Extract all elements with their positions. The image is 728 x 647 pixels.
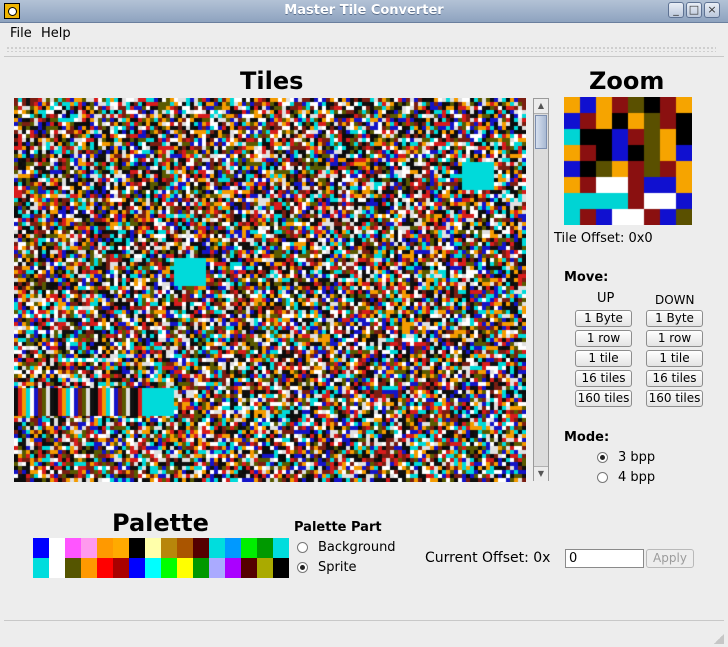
toolbar-grip[interactable] xyxy=(6,46,716,52)
scroll-up-arrow-icon[interactable]: ▲ xyxy=(534,99,548,114)
title-bar: Master Tile Converter _ □ × xyxy=(0,0,728,23)
palette-background-radio[interactable] xyxy=(297,542,308,553)
down-160-tiles-button[interactable]: 160 tiles xyxy=(646,390,703,407)
palette-background-label[interactable]: Background xyxy=(318,540,396,555)
window-title: Master Tile Converter xyxy=(284,3,444,18)
palette-sprite-radio[interactable] xyxy=(297,562,308,573)
tiles-scrollbar[interactable]: ▲ ▼ xyxy=(533,98,549,481)
tile-offset-label: Tile Offset: 0x0 xyxy=(554,231,653,246)
palette-swatch[interactable] xyxy=(209,558,225,578)
palette-swatch[interactable] xyxy=(273,538,289,558)
menu-help[interactable]: Help xyxy=(41,26,71,41)
minimize-button[interactable]: _ xyxy=(668,2,684,18)
palette-swatch[interactable] xyxy=(225,538,241,558)
palette-swatch[interactable] xyxy=(97,538,113,558)
up-160-tiles-button[interactable]: 160 tiles xyxy=(575,390,632,407)
up-1-tile-button[interactable]: 1 tile xyxy=(575,350,632,367)
palette-swatch[interactable] xyxy=(129,538,145,558)
palette-sprite-label[interactable]: Sprite xyxy=(318,560,357,575)
palette-swatch[interactable] xyxy=(193,538,209,558)
mode-label: Mode: xyxy=(564,430,610,445)
palette-swatch[interactable] xyxy=(33,538,49,558)
palette-swatches[interactable] xyxy=(33,538,289,578)
up-1-row-button[interactable]: 1 row xyxy=(575,330,632,347)
down-1-row-button[interactable]: 1 row xyxy=(646,330,703,347)
palette-swatch[interactable] xyxy=(177,558,193,578)
maximize-button[interactable]: □ xyxy=(686,2,702,18)
palette-swatch[interactable] xyxy=(145,538,161,558)
mode-3bpp-label[interactable]: 3 bpp xyxy=(618,450,655,465)
mode-4bpp-radio[interactable] xyxy=(597,472,608,483)
tiles-heading: Tiles xyxy=(240,67,304,95)
palette-swatch[interactable] xyxy=(65,558,81,578)
palette-swatch[interactable] xyxy=(33,558,49,578)
palette-swatch[interactable] xyxy=(113,558,129,578)
palette-swatch[interactable] xyxy=(177,538,193,558)
down-1-tile-button[interactable]: 1 tile xyxy=(646,350,703,367)
palette-swatch[interactable] xyxy=(161,558,177,578)
menu-bar: File Help xyxy=(0,23,728,45)
move-down-label: DOWN xyxy=(655,293,695,307)
current-offset-input[interactable]: 0 xyxy=(565,549,644,568)
palette-swatch[interactable] xyxy=(241,558,257,578)
palette-swatch[interactable] xyxy=(129,558,145,578)
mode-4bpp-label[interactable]: 4 bpp xyxy=(618,470,655,485)
close-button[interactable]: × xyxy=(704,2,720,18)
palette-swatch[interactable] xyxy=(65,538,81,558)
palette-swatch[interactable] xyxy=(273,558,289,578)
apply-button[interactable]: Apply xyxy=(646,549,694,568)
palette-swatch[interactable] xyxy=(193,558,209,578)
palette-swatch[interactable] xyxy=(209,538,225,558)
mode-3bpp-radio[interactable] xyxy=(597,452,608,463)
tiles-view[interactable] xyxy=(14,98,526,482)
palette-swatch[interactable] xyxy=(257,558,273,578)
toolbar-separator xyxy=(4,56,724,57)
palette-swatch[interactable] xyxy=(161,538,177,558)
palette-swatch[interactable] xyxy=(49,558,65,578)
palette-swatch[interactable] xyxy=(113,538,129,558)
palette-swatch[interactable] xyxy=(81,538,97,558)
palette-heading: Palette xyxy=(112,509,209,537)
palette-swatch[interactable] xyxy=(241,538,257,558)
palette-swatch[interactable] xyxy=(97,558,113,578)
zoom-view xyxy=(564,97,692,225)
move-up-label: UP xyxy=(597,291,615,306)
palette-swatch[interactable] xyxy=(49,538,65,558)
palette-part-label: Palette Part xyxy=(294,520,382,535)
down-1-byte-button[interactable]: 1 Byte xyxy=(646,310,703,327)
up-1-byte-button[interactable]: 1 Byte xyxy=(575,310,632,327)
resize-grip[interactable] xyxy=(714,634,724,644)
palette-swatch[interactable] xyxy=(145,558,161,578)
scrollbar-thumb[interactable] xyxy=(535,115,547,149)
menu-file[interactable]: File xyxy=(10,26,32,41)
palette-swatch[interactable] xyxy=(257,538,273,558)
up-16-tiles-button[interactable]: 16 tiles xyxy=(575,370,632,387)
palette-swatch[interactable] xyxy=(225,558,241,578)
palette-swatch[interactable] xyxy=(81,558,97,578)
current-offset-label: Current Offset: 0x xyxy=(425,550,551,566)
move-label: Move: xyxy=(564,270,609,285)
down-16-tiles-button[interactable]: 16 tiles xyxy=(646,370,703,387)
zoom-heading: Zoom xyxy=(589,67,665,95)
status-separator xyxy=(4,620,724,621)
scroll-down-arrow-icon[interactable]: ▼ xyxy=(534,466,548,481)
